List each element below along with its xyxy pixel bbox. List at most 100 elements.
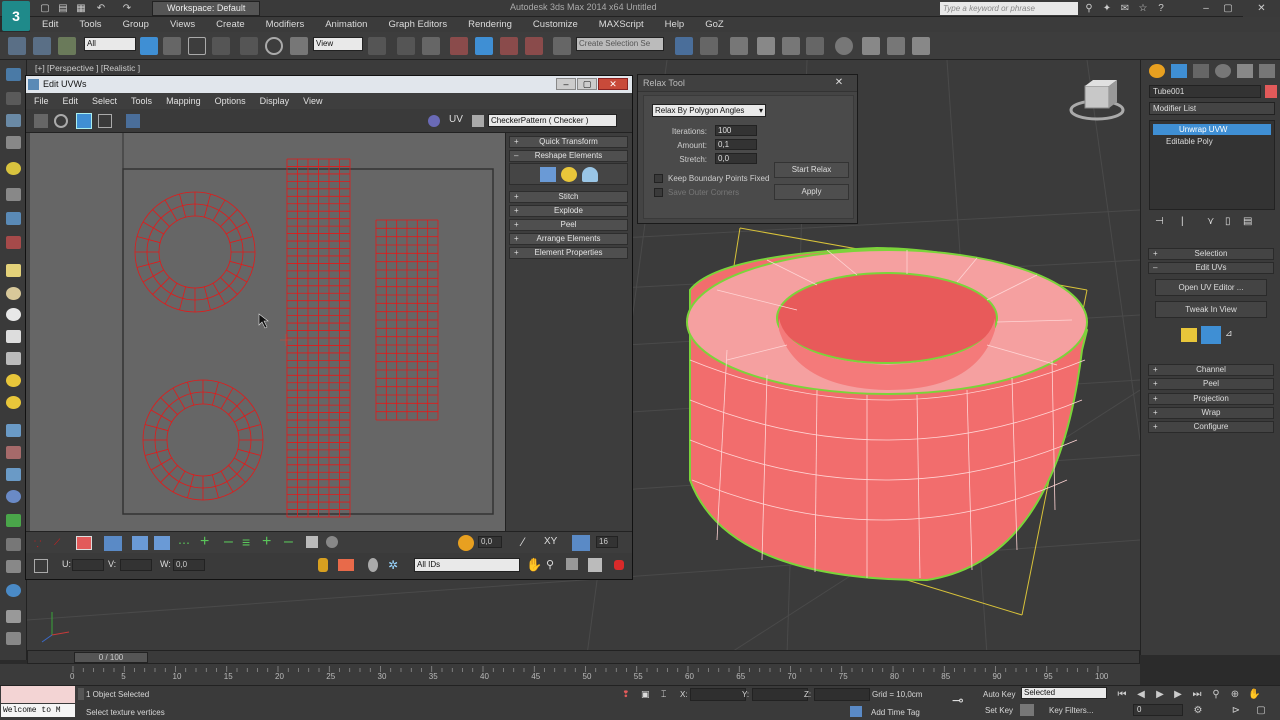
uvw-rotate-icon[interactable] — [54, 114, 68, 128]
pan-view-icon[interactable]: ✋ — [1248, 689, 1260, 701]
open-file-icon[interactable]: ▤ — [56, 2, 70, 15]
select-object-icon[interactable] — [140, 37, 158, 55]
loop-select-icon[interactable]: ⋯ — [178, 536, 190, 550]
sphere-primitive-icon[interactable] — [6, 287, 21, 300]
key-filters-button[interactable]: Key Filters... — [1049, 706, 1093, 715]
reference-coordinate-dropdown[interactable]: View — [313, 37, 363, 51]
biped-icon[interactable] — [6, 538, 21, 551]
go-to-start-icon[interactable]: ⏮ — [1116, 689, 1128, 701]
menu-graph-editors[interactable]: Graph Editors — [376, 17, 456, 32]
create-tab-icon[interactable] — [1149, 64, 1165, 78]
y-coord-field[interactable] — [752, 688, 808, 701]
time-tag-icon[interactable] — [850, 706, 862, 717]
apply-button[interactable]: Apply — [774, 184, 849, 200]
graphite-tool-icon[interactable] — [6, 68, 21, 81]
object-color-swatch[interactable] — [1265, 85, 1277, 98]
relax-by-edge-icon[interactable] — [582, 167, 598, 182]
w-coordinate-field[interactable]: 0,0 — [173, 559, 205, 571]
snaps-toggle-icon[interactable] — [450, 37, 468, 55]
xy-plane-label[interactable]: XY — [544, 536, 557, 547]
menu-goz[interactable]: GoZ — [693, 17, 732, 32]
relax-close-icon[interactable]: ✕ — [824, 75, 854, 90]
rollout-wrap[interactable]: + Wrap — [1148, 407, 1274, 419]
align-icon[interactable] — [700, 37, 718, 55]
falloff-type-icon[interactable]: ⁄ — [522, 535, 524, 549]
uvw-mirror-icon[interactable] — [126, 114, 140, 128]
absolute-offset-icon[interactable] — [34, 559, 48, 573]
go-to-end-icon[interactable]: ⏭ — [1191, 689, 1203, 701]
uvw-menu-mapping[interactable]: Mapping — [158, 93, 207, 109]
quick-map-display-icon[interactable] — [1201, 326, 1221, 344]
render-setup-icon[interactable] — [862, 37, 880, 55]
quick-align-icon[interactable]: ⊿ — [1225, 328, 1241, 342]
absolute-mode-icon[interactable]: ⌶ — [661, 689, 671, 700]
uvw-menu-tools[interactable]: Tools — [123, 93, 158, 109]
loop-tool-icon[interactable] — [6, 212, 21, 225]
viewcube-icon[interactable] — [1069, 80, 1125, 121]
menu-tools[interactable]: Tools — [67, 17, 110, 32]
menu-group[interactable]: Group — [111, 17, 158, 32]
save-outer-checkbox[interactable] — [654, 188, 663, 197]
sun-light-icon[interactable] — [6, 374, 21, 387]
stretch-spinner[interactable]: 0,0 — [715, 153, 757, 164]
spinner-snap-icon[interactable] — [525, 37, 543, 55]
start-relax-button[interactable]: Start Relax — [774, 162, 849, 178]
box-primitive-icon[interactable] — [6, 264, 21, 277]
rollout-selection[interactable]: + Selection — [1148, 248, 1274, 260]
vertex-mode-icon[interactable]: ⸪ — [34, 537, 48, 549]
help-icon[interactable]: ? — [1154, 2, 1168, 15]
x-coord-field[interactable] — [690, 688, 746, 701]
edge-mode-icon[interactable]: ⟋ — [54, 537, 68, 549]
auto-key-button[interactable]: Auto Key — [983, 690, 1015, 699]
communication-icon[interactable]: ✉ — [1118, 2, 1132, 15]
edit-named-selection-icon[interactable] — [553, 37, 571, 55]
new-file-icon[interactable]: ▢ — [38, 2, 52, 15]
relax-title-bar[interactable]: Relax Tool ✕ — [638, 75, 857, 92]
redo-icon[interactable]: ↷ — [120, 2, 134, 15]
shrink-ring-icon[interactable]: – — [284, 533, 293, 551]
modifier-list-dropdown[interactable]: Modifier List — [1149, 102, 1275, 115]
uvw-menu-edit[interactable]: Edit — [55, 93, 85, 109]
brush-size-icon[interactable] — [326, 536, 338, 548]
falloff-spinner[interactable]: 0,0 — [478, 536, 502, 548]
open-uv-editor-button[interactable]: Open UV Editor ... — [1155, 279, 1267, 296]
menu-help[interactable]: Help — [653, 17, 694, 32]
checker-pattern-dropdown[interactable]: CheckerPattern ( Checker ) — [488, 114, 617, 127]
cone-primitive-icon[interactable] — [6, 352, 21, 365]
uvw-menu-select[interactable]: Select — [84, 93, 123, 109]
percent-snap-icon[interactable] — [500, 37, 518, 55]
tube-mesh[interactable] — [686, 246, 1089, 582]
time-slider-track[interactable] — [27, 650, 1140, 664]
time-config-icon[interactable]: ⚙ — [1192, 705, 1204, 717]
filter-icon[interactable] — [368, 558, 378, 572]
make-unique-icon[interactable]: ⋎ — [1207, 216, 1214, 227]
display-tab-icon[interactable] — [1237, 64, 1253, 78]
menu-rendering[interactable]: Rendering — [456, 17, 521, 32]
search-icon[interactable]: ⚲ — [1082, 2, 1096, 15]
menu-animation[interactable]: Animation — [313, 17, 376, 32]
menu-edit[interactable]: Edit — [30, 17, 67, 32]
uvw-options-icon[interactable] — [472, 115, 484, 127]
layer-manager-icon[interactable] — [730, 37, 748, 55]
uvw-maximize-icon[interactable]: ▢ — [577, 78, 597, 90]
undo-icon[interactable]: ↶ — [94, 2, 108, 15]
particle-icon[interactable] — [6, 424, 21, 437]
rollout-stitch[interactable]: + Stitch — [509, 191, 628, 203]
amount-spinner[interactable]: 0,1 — [715, 139, 757, 150]
paint-select-icon[interactable] — [306, 536, 318, 548]
helper-tool-icon[interactable] — [6, 188, 21, 201]
current-frame-field[interactable]: 0 — [1133, 704, 1183, 716]
tweak-in-view-button[interactable]: Tweak In View — [1155, 301, 1267, 318]
rotate-icon[interactable] — [265, 37, 283, 55]
maximize-viewport-icon[interactable]: ▢ — [1255, 705, 1267, 717]
maxscript-listener-input[interactable] — [1, 686, 75, 703]
app-logo-button[interactable]: 3 — [2, 1, 30, 31]
zoom-extents-icon[interactable] — [588, 558, 602, 572]
uvw-freeform-icon[interactable] — [98, 114, 112, 128]
rendered-frame-window-icon[interactable] — [887, 37, 905, 55]
quick-planar-icon[interactable] — [1181, 328, 1197, 342]
shrink-loop-icon[interactable]: – — [224, 533, 233, 551]
play-icon[interactable]: ▶ — [1154, 689, 1166, 701]
rollout-explode[interactable]: + Explode — [509, 205, 628, 217]
ring-tool-icon[interactable] — [6, 236, 21, 249]
